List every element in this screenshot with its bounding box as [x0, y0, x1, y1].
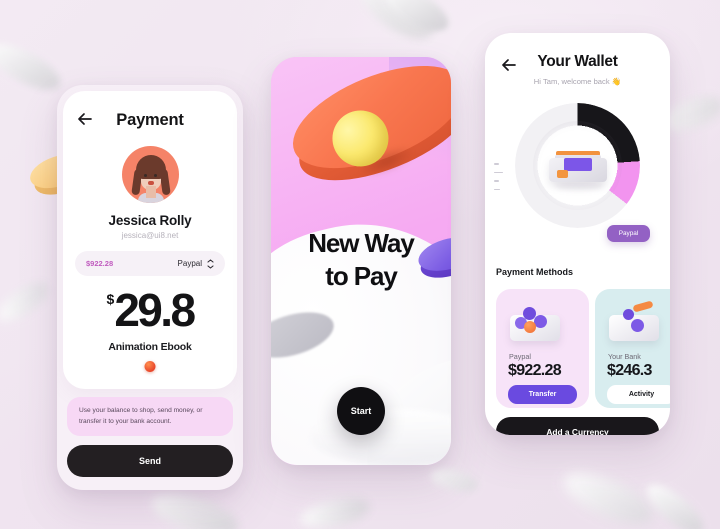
bank-coins-3d-icon [609, 300, 659, 343]
activity-button-label: Activity [628, 391, 655, 398]
page-title: Your Wallet [537, 53, 618, 70]
send-button-label: Send [138, 456, 161, 466]
payment-card: Payment Jessica Rolly jessica@ui8.net $9… [63, 91, 237, 389]
paypal-badge[interactable]: Paypal [607, 225, 650, 242]
transfer-button-label: Transfer [528, 391, 557, 398]
scene: Payment Jessica Rolly jessica@ui8.net $9… [0, 0, 720, 529]
card-amount: $922.28 [508, 362, 562, 379]
balance-value: $922.28 [86, 259, 114, 268]
headline-line-1: New Way [308, 228, 415, 258]
onboarding-headline: New Way to Pay [271, 227, 451, 294]
card-label: Your Bank [608, 352, 641, 361]
balance-select[interactable]: $922.28 Paypal [75, 251, 225, 276]
card-amount: $246.3 [607, 362, 652, 379]
page-title: Payment [116, 111, 184, 129]
method-group[interactable]: Paypal [177, 258, 214, 269]
activity-button[interactable]: Activity [607, 385, 670, 404]
add-currency-label: Add a Currency [546, 426, 609, 436]
payment-method-card-bank[interactable]: Your Bank $246.3 Activity [595, 289, 670, 408]
send-button[interactable]: Send [67, 445, 233, 477]
wallet-screen: Your Wallet Hi Tam, welcome back 👋 Paypa… [485, 33, 670, 435]
chevron-updown-icon[interactable] [207, 258, 214, 269]
balance-donut-chart [515, 103, 640, 228]
paypal-badge-label: Paypal [618, 230, 639, 237]
currency-symbol: $ [106, 291, 115, 307]
add-currency-button[interactable]: Add a Currency [496, 417, 659, 435]
amount-caption: Animation Ebook [108, 341, 192, 353]
amount-display: $29.8 [63, 287, 237, 333]
balance-note: Use your balance to shop, send money, or… [67, 397, 233, 436]
chart-scale-marks [494, 163, 503, 197]
profile-name: Jessica Rolly [108, 213, 192, 228]
headline-line-2: to Pay [325, 261, 398, 292]
profile-email: jessica@ui8.net [121, 231, 179, 240]
start-button-label: Start [350, 406, 372, 416]
avatar [122, 146, 179, 203]
section-title: Payment Methods [496, 267, 574, 277]
greeting-text: Hi Tam, welcome back 👋 [533, 77, 622, 86]
paypal-coins-3d-icon [510, 301, 560, 343]
payment-screen: Payment Jessica Rolly jessica@ui8.net $9… [57, 85, 243, 490]
amount-value: 29.8 [114, 284, 196, 336]
method-label: Paypal [177, 259, 202, 268]
product-dot-icon [144, 361, 156, 372]
onboarding-screen: New Way to Pay Start [271, 57, 451, 465]
start-button[interactable]: Start [337, 387, 385, 435]
transfer-button[interactable]: Transfer [508, 385, 577, 404]
payment-method-card-paypal[interactable]: Paypal $922.28 Transfer [496, 289, 589, 408]
card-label: Paypal [509, 352, 531, 361]
balance-note-text: Use your balance to shop, send money, or… [79, 407, 203, 425]
wallet-3d-icon [549, 146, 607, 190]
